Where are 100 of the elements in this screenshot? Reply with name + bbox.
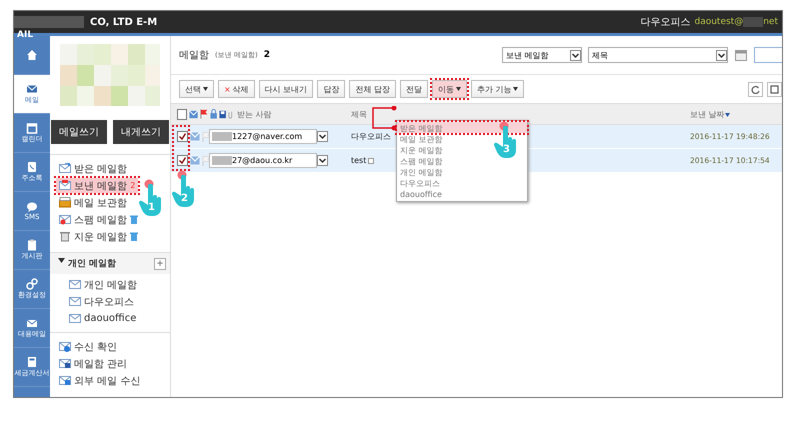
toolbar-button[interactable]: × 삭제 [218,80,255,98]
envelope-icon [190,132,200,141]
folder-item[interactable]: daouoffice [66,311,140,326]
menu-item[interactable]: 다우오피스 [397,177,527,188]
envelope-icon [59,358,71,369]
search-field[interactable] [754,47,782,63]
compose-button[interactable]: 메일쓰기 [51,120,107,144]
folder-item[interactable]: 받은 메일함 [56,161,130,176]
caret-icon [513,87,518,91]
toolbar-button[interactable]: 답장 [317,80,346,98]
folder-label: 보낸 메일함 [74,180,128,192]
trash-icon [59,231,71,242]
link-label: 수신 확인 [74,340,118,354]
envelope-icon [59,180,71,191]
checkmark-icon [179,157,186,164]
hand-pointer-icon [171,175,195,207]
unread-count: 2 [130,181,136,190]
envelope-icon [190,156,200,165]
menu-link[interactable]: 외부 메일 수신 [56,373,144,388]
trash-icon [130,232,138,241]
square-icon [770,84,779,94]
folder-item[interactable]: 다우오피스 [66,294,137,309]
envelope-icon [26,317,38,329]
dropdown-field[interactable]: 제목 [588,47,728,63]
dropdown-arrow-icon [317,131,328,142]
step-number: 2 [181,193,188,204]
menu-item[interactable]: 개인 메일함 [397,166,527,177]
menu-item[interactable]: daouoffice [397,188,527,199]
folder-label: 스팸 메일함 [74,214,128,226]
calendar-icon [26,122,38,134]
section-title: 개인 메일함 [68,258,116,270]
folder-item[interactable]: 메일 보관함 [56,195,130,210]
folder-label: 메일 보관함 [74,196,128,210]
recipient-field[interactable]: 27@daou.co.kr [209,153,317,168]
toolbar-button[interactable]: 전체 답장 [349,80,396,98]
folder-item[interactable]: 스팸 메일함 [56,212,142,227]
chat-bubble-icon [26,201,38,213]
hand-pointer-icon [493,126,517,158]
refresh-button[interactable] [748,82,763,96]
caret-icon [203,87,208,91]
mail-count: 2 [264,50,270,60]
calculator-icon [26,356,38,368]
envelope-icon [26,83,38,95]
paperclip-icon [228,110,233,118]
view-button[interactable] [767,82,782,96]
gears-icon [26,278,38,290]
select-all-checkbox[interactable] [177,108,188,120]
toolbar-button[interactable]: 이동 [432,80,467,98]
menu-link[interactable]: 메일함 관리 [56,356,130,371]
dropdown-field[interactable]: 보낸 메일함 [502,47,582,63]
blurred-text [212,132,232,141]
hand-pointer-icon [138,184,162,216]
column-header[interactable]: 받는 사람 [237,108,272,120]
square-icon [368,158,374,164]
toolbar-button[interactable]: 선택 [179,80,214,98]
link-label: 외부 메일 수신 [74,374,140,388]
toolbar-button[interactable]: 전달 [400,80,428,98]
blurred-text [743,17,764,27]
user-email: daoutest@ [694,17,744,27]
click-marker-icon [177,170,187,180]
user-email-suffix: net [763,17,778,27]
home-icon [26,49,38,61]
phone-icon [26,161,38,173]
inbox-icon [59,163,71,174]
page-title: 메일함 [179,49,209,62]
checkmark-icon [179,133,186,140]
folder-item[interactable]: 지운 메일함 [56,229,142,244]
folder-item[interactable]: 개인 메일함 [66,277,140,292]
lock-icon [210,109,218,119]
toolbar-button[interactable]: 추가 기능 [470,80,524,98]
envelope-icon [69,296,81,307]
add-folder-button[interactable]: + [154,258,166,270]
save-icon [219,110,226,118]
row-checkbox[interactable] [177,155,188,166]
click-marker-icon [499,121,509,131]
mail-subject[interactable]: 다우오피스 [351,131,391,142]
compose-button[interactable]: 내게쓰기 [113,120,169,144]
envelope-icon [189,110,198,118]
company-name: CO, LTD E-M [90,16,158,28]
recipient-field[interactable]: 1227@naver.com [209,129,317,144]
mail-subject[interactable]: test [351,156,366,165]
flag-icon [200,109,208,119]
dropdown-arrow-icon [716,50,727,60]
envelope-icon [59,341,71,352]
selection-highlight [174,127,188,169]
refresh-icon [751,84,760,94]
row-checkbox[interactable] [177,131,188,142]
trash-icon [130,215,138,224]
step-number: 1 [148,202,155,213]
column-header[interactable]: 보낸 날짜 [690,110,725,118]
toolbar-button[interactable]: 다시 보내기 [258,80,314,98]
envelope-icon [69,313,81,324]
column-header[interactable]: 제목 [351,108,367,120]
calendar-icon [734,48,748,62]
flag-icon [202,156,210,166]
clipboard-icon [26,239,38,251]
folder-label: 개인 메일함 [84,278,138,292]
menu-link[interactable]: 수신 확인 [56,339,120,354]
blurred-text [212,156,232,165]
menu-item[interactable]: 스팸 메일함 [397,155,527,166]
